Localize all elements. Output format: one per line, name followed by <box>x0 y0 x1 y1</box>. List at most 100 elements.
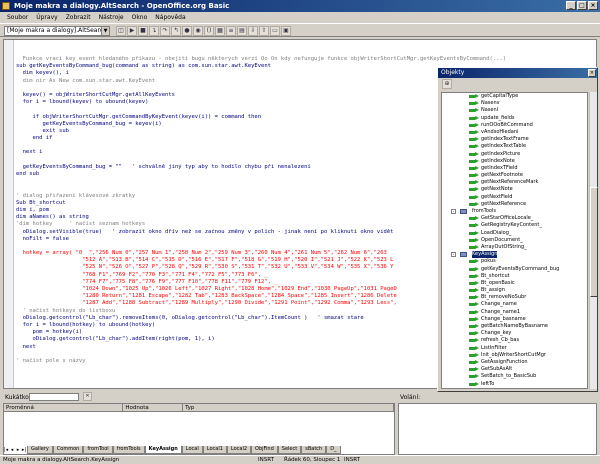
maximize-button[interactable]: □ <box>577 1 587 10</box>
tree-method[interactable]: getNextReference <box>442 201 587 208</box>
tree-method[interactable]: pokus <box>442 258 587 265</box>
export-dialog-icon[interactable]: ⇧ <box>259 26 269 36</box>
code-line[interactable]: Funkce vrací key event hledaného příkazu… <box>16 56 596 63</box>
tree-method[interactable]: GetAssignFunction <box>442 359 587 366</box>
breakpoint-icon[interactable]: ● <box>182 26 192 36</box>
tab-local[interactable]: Local <box>181 446 203 454</box>
watch-input[interactable] <box>29 393 79 401</box>
tree-method[interactable]: Bt_removeNoSubr <box>442 294 587 301</box>
macros-icon[interactable]: ≡ <box>226 26 236 36</box>
step-into-icon[interactable]: ↴ <box>149 26 159 36</box>
show-icon[interactable]: ⊕ <box>442 79 452 89</box>
modules-icon[interactable]: ▤ <box>237 26 247 36</box>
objects-tree[interactable]: getCapitalType Nasenv Nasenl update_fields r… <box>441 92 588 389</box>
tree-method[interactable]: ArrayOutOfString_ <box>442 244 587 251</box>
stop-icon[interactable]: ■ <box>138 26 148 36</box>
tree-method[interactable]: SetBatch_to_BasicSub <box>442 373 587 380</box>
tree-method[interactable]: Change_key <box>442 330 587 337</box>
tree-method[interactable]: getCapitalType <box>442 93 587 100</box>
tree-method[interactable]: Bt_assign <box>442 287 587 294</box>
tree-method[interactable]: Init_objWriterShortCutMgr <box>442 352 587 359</box>
tab-select[interactable]: Select <box>277 446 302 454</box>
menu-help[interactable]: Nápověda <box>151 12 189 23</box>
tree-method[interactable]: runOOoBitCommand <box>442 122 587 129</box>
tree-method[interactable]: refresh_Cb_bas <box>442 337 587 344</box>
tree-method[interactable]: getNextFootnote <box>442 172 587 179</box>
objects-scrollbar[interactable] <box>589 92 598 389</box>
watch-icon[interactable]: ◉ <box>193 26 203 36</box>
tab-gallery[interactable]: Gallery <box>27 446 53 454</box>
tree-method[interactable]: getIndexPicture <box>442 151 587 158</box>
chevron-down-icon[interactable]: ▼ <box>101 27 109 35</box>
tree-method[interactable]: Nasenv <box>442 100 587 107</box>
find-parentheses-icon[interactable]: () <box>204 26 214 36</box>
tree-method[interactable]: GetStarOfficeLocale_ <box>442 215 587 222</box>
tree-module[interactable]: - fromTools <box>442 208 587 215</box>
tree-method[interactable]: GetRegistryKeyContent_ <box>442 222 587 229</box>
tree-method[interactable]: Bt_openBasic <box>442 280 587 287</box>
import-dialog-icon[interactable]: ⇩ <box>248 26 258 36</box>
tab-fromtools[interactable]: fromTools <box>112 446 145 454</box>
tree-method[interactable]: Nasenl <box>442 107 587 114</box>
tree-method[interactable]: Change_name <box>442 301 587 308</box>
objects-close-icon[interactable]: × <box>588 69 596 77</box>
tree-method[interactable]: LoadDialog_ <box>442 230 587 237</box>
tree-method[interactable]: ry <box>442 388 587 389</box>
tree-method[interactable]: getIndexTField <box>442 165 587 172</box>
run-icon[interactable]: ▶ <box>127 26 137 36</box>
collapse-icon[interactable]: - <box>451 252 456 258</box>
step-out-icon[interactable]: ↰ <box>171 26 181 36</box>
save-source-icon[interactable]: ▣ <box>281 26 291 36</box>
tree-method[interactable]: Change_basname <box>442 316 587 323</box>
menu-bar: Soubor Úpravy Zobrazit Nástroje Okno Náp… <box>0 12 600 23</box>
tab-keyassign[interactable]: KeyAssign <box>144 446 182 454</box>
objects-panel-title[interactable]: Objekty × <box>438 68 597 78</box>
tree-method[interactable]: getKeyEventsByCommand_bug <box>442 266 587 273</box>
step-over-icon[interactable]: ↷ <box>160 26 170 36</box>
tree-method[interactable]: getNextField <box>442 194 587 201</box>
insert-source-icon[interactable]: ▭ <box>270 26 280 36</box>
objects-icon[interactable]: ▦ <box>215 26 225 36</box>
objects-scrollbar-thumb[interactable] <box>590 187 598 297</box>
tab-objfind[interactable]: ObjFind <box>251 446 278 454</box>
tree-method[interactable]: vAndsoHledani <box>442 129 587 136</box>
menu-tools[interactable]: Nástroje <box>95 12 128 23</box>
menu-view[interactable]: Zobrazit <box>62 12 95 23</box>
toolbar-icons: ◫ ▶ ■ ↴ ↷ ↰ ● ◉ () ▦ ≡ ▤ ⇩ ⇧ ▭ ▣ <box>116 26 291 36</box>
collapse-icon[interactable]: - <box>451 209 456 214</box>
tab-local1[interactable]: Local1 <box>202 446 227 454</box>
remove-watch-icon[interactable]: ✕ <box>83 392 92 401</box>
tree-method[interactable]: getBatchNameByBasname <box>442 323 587 330</box>
tab-fromtool[interactable]: fromTool <box>83 446 113 454</box>
tab-sbatch[interactable]: sBatch <box>301 446 327 454</box>
watch-col-variable[interactable]: Proměnná <box>4 404 124 411</box>
minimize-button[interactable]: _ <box>566 1 576 10</box>
tree-method[interactable]: update_fields <box>442 115 587 122</box>
tree-item-label: getBatchNameByBasname <box>481 323 549 329</box>
watch-col-value[interactable]: Hodnota <box>123 404 184 411</box>
tab-d-[interactable]: D_ <box>326 446 341 454</box>
tree-module[interactable]: - KeyAssign <box>442 251 587 259</box>
tree-method[interactable]: getIndexTextTable <box>442 143 587 150</box>
tab-common[interactable]: Common <box>52 446 84 454</box>
tree-method[interactable]: OpenDocument_ <box>442 237 587 244</box>
tree-method[interactable]: leftTo <box>442 381 587 388</box>
tree-method[interactable]: GetSubAsAlt <box>442 366 587 373</box>
tree-method[interactable]: Bt_shortcut <box>442 273 587 280</box>
menu-window[interactable]: Okno <box>128 12 152 23</box>
tab-local2[interactable]: Local2 <box>226 446 252 454</box>
library-select[interactable]: [Moje makra a dialogy].AltSearch ▼ <box>4 26 110 36</box>
tree-item-label: Bt_removeNoSubr <box>481 294 527 301</box>
tree-method[interactable]: getNextReferenceMark <box>442 179 587 186</box>
tree-method[interactable]: ListInFilter <box>442 345 587 352</box>
menu-file[interactable]: Soubor <box>3 12 32 23</box>
tree-method[interactable]: getNextNote <box>442 186 587 193</box>
tree-method[interactable]: getIndexTextFrame <box>442 136 587 143</box>
breakpoint-gutter[interactable] <box>4 40 14 388</box>
tree-method[interactable]: Change_name1 <box>442 309 587 316</box>
tree-method[interactable]: getIndexNote <box>442 158 587 165</box>
compile-icon[interactable]: ◫ <box>116 26 126 36</box>
watch-col-type[interactable]: Typ <box>183 404 394 411</box>
close-button[interactable]: × <box>588 1 598 10</box>
menu-edit[interactable]: Úpravy <box>32 12 61 23</box>
